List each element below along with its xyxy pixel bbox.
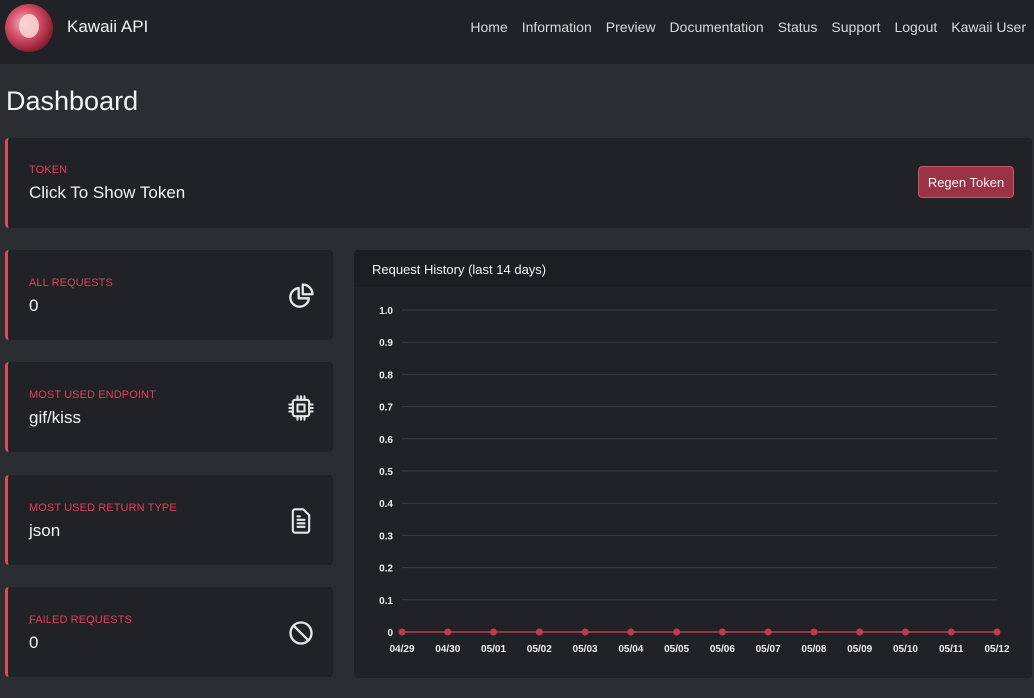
token-card: TOKEN Click To Show Token Regen Token [5, 138, 1032, 228]
data-point [490, 628, 498, 636]
nav-support[interactable]: Support [831, 19, 880, 35]
x-tick-label: 05/03 [573, 644, 598, 655]
stat-failed-requests: FAILED REQUESTS 0 [5, 587, 333, 677]
stat-label: FAILED REQUESTS [29, 614, 132, 626]
nav-home[interactable]: Home [470, 19, 507, 35]
x-tick-label: 05/10 [893, 644, 918, 655]
token-label: TOKEN [29, 164, 68, 176]
x-tick-label: 05/07 [756, 644, 781, 655]
navbar: Kawaii API Home Information Preview Docu… [0, 0, 1034, 64]
y-tick-label: 0.5 [379, 467, 393, 478]
data-point [398, 628, 406, 636]
nav-preview[interactable]: Preview [606, 19, 656, 35]
x-tick-label: 05/08 [801, 644, 826, 655]
nav-status[interactable]: Status [778, 19, 818, 35]
regen-token-button[interactable]: Regen Token [918, 166, 1014, 198]
ban-icon [289, 621, 313, 645]
stat-label: MOST USED RETURN TYPE [29, 502, 177, 514]
document-icon [291, 508, 311, 534]
nav-information[interactable]: Information [522, 19, 592, 35]
x-tick-label: 05/02 [527, 644, 552, 655]
x-tick-label: 05/09 [847, 644, 872, 655]
y-tick-label: 0.4 [379, 499, 393, 510]
y-tick-label: 0.9 [379, 338, 393, 349]
data-point [581, 628, 589, 636]
data-point [673, 628, 681, 636]
y-tick-label: 0 [387, 628, 393, 639]
stat-value: json [29, 521, 61, 540]
chart-title: Request History (last 14 days) [372, 262, 547, 277]
data-point [856, 628, 864, 636]
x-tick-label: 05/12 [984, 644, 1009, 655]
y-tick-label: 0.2 [379, 564, 393, 575]
x-tick-label: 05/06 [710, 644, 735, 655]
y-tick-label: 1.0 [379, 306, 393, 317]
y-tick-label: 0.3 [379, 531, 393, 542]
stat-value: 0 [29, 633, 39, 652]
request-history-card: Request History (last 14 days) 0 0.1 0.2 0.… [354, 250, 1032, 678]
data-point [947, 628, 955, 636]
brand-name[interactable]: Kawaii API [67, 17, 148, 37]
stat-most-used-endpoint: MOST USED ENDPOINT gif/kiss [5, 362, 333, 452]
nav-documentation[interactable]: Documentation [670, 19, 764, 35]
stat-label: MOST USED ENDPOINT [29, 389, 156, 401]
show-token-link[interactable]: Click To Show Token [29, 183, 185, 203]
stat-value: 0 [29, 296, 39, 315]
data-point [901, 628, 909, 636]
y-tick-label: 0.6 [379, 435, 393, 446]
x-tick-label: 05/11 [939, 644, 964, 655]
data-point [535, 628, 543, 636]
data-point [444, 628, 452, 636]
stat-label: ALL REQUESTS [29, 277, 113, 289]
x-tick-label: 05/04 [618, 644, 643, 655]
data-point [627, 628, 635, 636]
nav-links: Home Information Preview Documentation S… [470, 19, 1026, 35]
pie-chart-icon [289, 283, 314, 308]
x-tick-label: 05/05 [664, 644, 689, 655]
x-tick-label: 05/01 [481, 644, 506, 655]
stat-most-used-return-type: MOST USED RETURN TYPE json [5, 475, 333, 565]
y-tick-label: 0.1 [379, 596, 393, 607]
data-point [718, 628, 726, 636]
y-tick-label: 0.7 [379, 403, 393, 414]
x-tick-label: 04/29 [389, 644, 414, 655]
data-point [993, 628, 1001, 636]
x-tick-label: 04/30 [435, 644, 460, 655]
nav-logout[interactable]: Logout [894, 19, 937, 35]
stat-value: gif/kiss [29, 408, 81, 427]
request-history-chart: 0 0.1 0.2 0.3 0.4 0.5 0.6 0.7 0.8 0.9 1.0 04/29 04/3… [379, 306, 1010, 655]
chart-header: Request History (last 14 days) [354, 250, 1032, 287]
cpu-icon [288, 395, 314, 421]
stat-all-requests: ALL REQUESTS 0 [5, 250, 333, 340]
nav-user[interactable]: Kawaii User [951, 19, 1026, 35]
brand-avatar[interactable] [5, 4, 53, 52]
page-title: Dashboard [6, 86, 139, 116]
data-point [810, 628, 818, 636]
y-tick-label: 0.8 [379, 370, 393, 381]
data-point [764, 628, 772, 636]
